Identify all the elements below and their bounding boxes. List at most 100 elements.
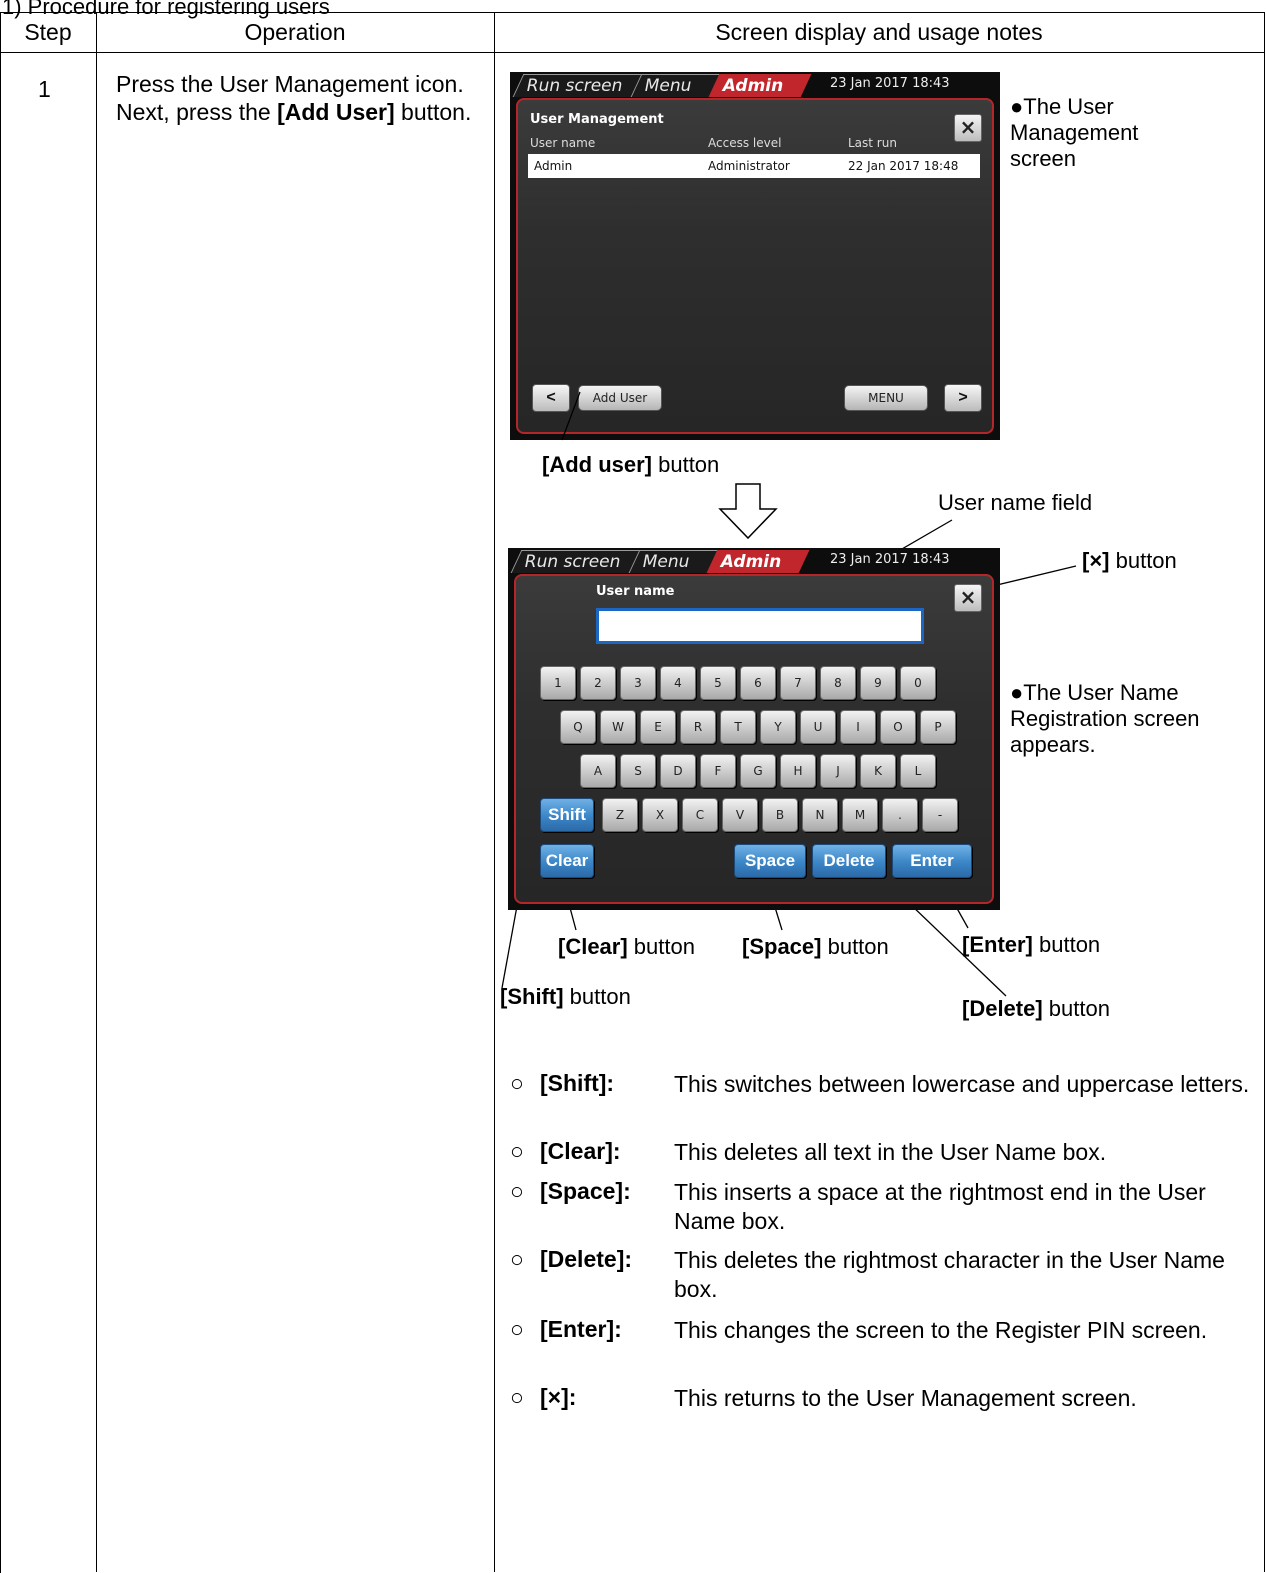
close-button[interactable]: ×: [954, 584, 982, 612]
key-y[interactable]: Y: [760, 710, 796, 744]
screen-panel: User Management × User name Access level…: [516, 98, 994, 434]
callout-bold: [×]: [1082, 548, 1110, 573]
add-user-button[interactable]: Add User: [578, 385, 662, 411]
key-r[interactable]: R: [680, 710, 716, 744]
key-j[interactable]: J: [820, 754, 856, 788]
col-divider: [494, 12, 495, 1572]
key-9[interactable]: 9: [860, 666, 896, 700]
key-4[interactable]: 4: [660, 666, 696, 700]
delete-key[interactable]: Delete: [812, 844, 886, 878]
operation-text: Press the User Management icon. Next, pr…: [116, 70, 486, 126]
callout-text: button: [652, 452, 720, 477]
key-v[interactable]: V: [722, 798, 758, 832]
screen-panel: User name × 1234567890 QWERTYUIOP ASDFGHJK…: [514, 574, 994, 904]
column-header-user: User name: [530, 136, 596, 150]
callout-enter: [Enter] button: [962, 932, 1100, 958]
datetime: 23 Jan 2017 18:43: [830, 552, 950, 567]
key-t[interactable]: T: [720, 710, 756, 744]
key-i[interactable]: I: [840, 710, 876, 744]
callout-text: button: [1042, 996, 1110, 1021]
next-page-button[interactable]: >: [944, 384, 982, 412]
callout-add-user: [Add user] button: [542, 452, 719, 478]
column-header-operation: Operation: [244, 19, 346, 45]
cell-access: Administrator: [708, 159, 790, 173]
key-e[interactable]: E: [640, 710, 676, 744]
note-label: [Space]:: [540, 1178, 631, 1204]
key-period[interactable]: .: [882, 798, 918, 832]
key-g[interactable]: G: [740, 754, 776, 788]
tab-label: Admin: [720, 552, 782, 572]
shift-key[interactable]: Shift: [540, 798, 594, 832]
note-text: This deletes the rightmost character in …: [674, 1247, 1225, 1302]
clear-key[interactable]: Clear: [540, 844, 594, 878]
close-button[interactable]: ×: [954, 114, 982, 142]
note-registration: ●The User Name Registration screen appea…: [1010, 680, 1200, 757]
key-5[interactable]: 5: [700, 666, 736, 700]
callout-delete: [Delete] button: [962, 996, 1110, 1022]
key-6[interactable]: 6: [740, 666, 776, 700]
note-text: This changes the screen to the Register …: [674, 1317, 1208, 1343]
operation-bold: [Add User]: [277, 99, 395, 125]
key-a[interactable]: A: [580, 754, 616, 788]
callout-close: [×] button: [1082, 548, 1177, 574]
prev-page-button[interactable]: <: [532, 384, 570, 412]
note-label: [Shift]:: [540, 1070, 615, 1096]
key-hyphen[interactable]: -: [922, 798, 958, 832]
menu-button[interactable]: MENU: [844, 385, 928, 411]
column-header-last-run: Last run: [848, 136, 897, 150]
key-u[interactable]: U: [800, 710, 836, 744]
key-7[interactable]: 7: [780, 666, 816, 700]
key-3[interactable]: 3: [620, 666, 656, 700]
key-2[interactable]: 2: [580, 666, 616, 700]
key-p[interactable]: P: [920, 710, 956, 744]
bullet-icon: ○: [510, 1246, 524, 1272]
key-s[interactable]: S: [620, 754, 656, 788]
user-name-registration-screen: Run screen Menu Admin 23 Jan 2017 18:43 …: [508, 548, 1000, 910]
callout-space: [Space] button: [742, 934, 889, 960]
key-f[interactable]: F: [700, 754, 736, 788]
note-text: This deletes all text in the User Name b…: [674, 1139, 1107, 1165]
key-0[interactable]: 0: [900, 666, 936, 700]
space-key[interactable]: Space: [734, 844, 806, 878]
user-name-input[interactable]: [596, 608, 924, 644]
table-row[interactable]: Admin Administrator 22 Jan 2017 18:48: [528, 154, 980, 178]
tab-run-screen[interactable]: Run screen: [512, 74, 650, 97]
key-n[interactable]: N: [802, 798, 838, 832]
key-q[interactable]: Q: [560, 710, 596, 744]
column-header-step: Step: [24, 19, 72, 45]
callout-text: button: [1109, 548, 1177, 573]
key-d[interactable]: D: [660, 754, 696, 788]
key-o[interactable]: O: [880, 710, 916, 744]
key-l[interactable]: L: [900, 754, 936, 788]
datetime: 23 Jan 2017 18:43: [830, 76, 950, 91]
callout-text: button: [627, 934, 695, 959]
key-x[interactable]: X: [642, 798, 678, 832]
key-m[interactable]: M: [842, 798, 878, 832]
callout-shift: [Shift] button: [500, 984, 631, 1010]
tab-admin[interactable]: Admin: [706, 550, 810, 573]
note-user-management: ●The User Management screen: [1010, 94, 1139, 171]
cell-user: Admin: [534, 159, 573, 173]
key-1[interactable]: 1: [540, 666, 576, 700]
key-z[interactable]: Z: [602, 798, 638, 832]
key-8[interactable]: 8: [820, 666, 856, 700]
tab-run-screen[interactable]: Run screen: [510, 550, 648, 573]
note-label: [×]:: [540, 1384, 577, 1410]
key-w[interactable]: W: [600, 710, 636, 744]
key-h[interactable]: H: [780, 754, 816, 788]
key-k[interactable]: K: [860, 754, 896, 788]
key-b[interactable]: B: [762, 798, 798, 832]
enter-key[interactable]: Enter: [892, 844, 972, 878]
tab-label: Run screen: [526, 76, 623, 96]
tab-label: Menu: [642, 552, 690, 572]
callout-user-name-field: User name field: [938, 490, 1093, 515]
tab-admin[interactable]: Admin: [708, 74, 812, 97]
bullet-icon: ○: [510, 1316, 524, 1342]
note-label: [Delete]:: [540, 1246, 633, 1272]
callout-text: button: [563, 984, 631, 1009]
key-c[interactable]: C: [682, 798, 718, 832]
tab-label: Admin: [722, 76, 784, 96]
note-text: This inserts a space at the rightmost en…: [674, 1179, 1206, 1234]
callout-bold: [Add user]: [542, 452, 652, 477]
bullet-icon: ○: [510, 1178, 524, 1204]
